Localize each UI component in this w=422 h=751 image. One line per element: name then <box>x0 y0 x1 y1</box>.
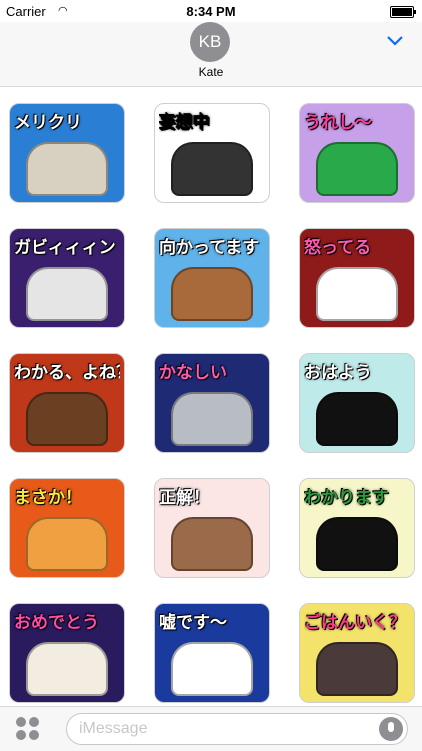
battery-icon <box>390 6 416 18</box>
sticker-label: わかる、よね？ <box>14 363 120 382</box>
conversation-header: KB Kate <box>0 22 422 87</box>
sticker-tile[interactable]: 正解！ <box>154 478 270 578</box>
sticker-label: かなしい <box>159 363 227 382</box>
sticker-label: メリクリ <box>14 113 82 132</box>
message-toolbar: iMessage <box>0 706 422 751</box>
clock: 8:34 PM <box>186 4 236 19</box>
sticker-tile[interactable]: かなしい <box>154 353 270 453</box>
sticker-character <box>171 142 253 196</box>
sticker-label: わかります <box>304 488 389 507</box>
sticker-character <box>26 517 108 571</box>
sticker-tile[interactable]: わかる、よね？ <box>9 353 125 453</box>
sticker-character <box>316 142 398 196</box>
sticker-label: ガビィィィン <box>14 238 116 257</box>
sticker-tile[interactable]: 怒ってる <box>299 228 415 328</box>
imessage-placeholder: iMessage <box>79 720 148 737</box>
sticker-tile[interactable]: 妄想中 <box>154 103 270 203</box>
sticker-label: うれし～ <box>304 113 372 132</box>
sticker-tile[interactable]: まさか！ <box>9 478 125 578</box>
sticker-tile[interactable]: うれし～ <box>299 103 415 203</box>
sticker-character <box>316 267 398 321</box>
sticker-label: ごはんいく？ <box>304 613 406 632</box>
sticker-tile[interactable]: ガビィィィン <box>9 228 125 328</box>
sticker-character <box>26 392 108 446</box>
imessage-input[interactable]: iMessage <box>66 713 408 745</box>
contact-name[interactable]: Kate <box>0 65 422 79</box>
sticker-character <box>171 517 253 571</box>
sticker-character <box>171 392 253 446</box>
sticker-tile[interactable]: おはよう <box>299 353 415 453</box>
sticker-grid: メリクリ 妄想中 うれし～ ガビィィィン 向かってます 怒ってるわかる、よね？ かなしい おは… <box>0 86 422 706</box>
sticker-character <box>316 642 398 696</box>
sticker-character <box>26 267 108 321</box>
sticker-character <box>316 392 398 446</box>
sticker-label: 嘘です～ <box>159 613 227 632</box>
sticker-character <box>316 517 398 571</box>
sticker-label: 正解！ <box>159 488 210 507</box>
sticker-character <box>26 642 108 696</box>
status-bar: Carrier ◠ 8:34 PM <box>0 0 422 22</box>
sticker-label: おはよう <box>304 363 372 382</box>
sticker-tile[interactable]: わかります <box>299 478 415 578</box>
sticker-tile[interactable]: 嘘です～ <box>154 603 270 703</box>
sticker-label: 怒ってる <box>304 238 372 257</box>
sticker-label: 妄想中 <box>159 113 210 132</box>
sticker-label: まさか！ <box>14 488 82 507</box>
sticker-tile[interactable]: 向かってます <box>154 228 270 328</box>
sticker-label: おめでとう <box>14 613 99 632</box>
sticker-character <box>171 267 253 321</box>
sticker-label: 向かってます <box>159 238 260 257</box>
avatar[interactable]: KB <box>190 22 230 62</box>
sticker-character <box>171 642 253 696</box>
microphone-icon[interactable] <box>379 717 403 741</box>
chevron-down-icon[interactable] <box>386 34 404 48</box>
apps-icon[interactable] <box>16 717 40 741</box>
sticker-tile[interactable]: ごはんいく？ <box>299 603 415 703</box>
sticker-character <box>26 142 108 196</box>
sticker-tile[interactable]: メリクリ <box>9 103 125 203</box>
sticker-tile[interactable]: おめでとう <box>9 603 125 703</box>
